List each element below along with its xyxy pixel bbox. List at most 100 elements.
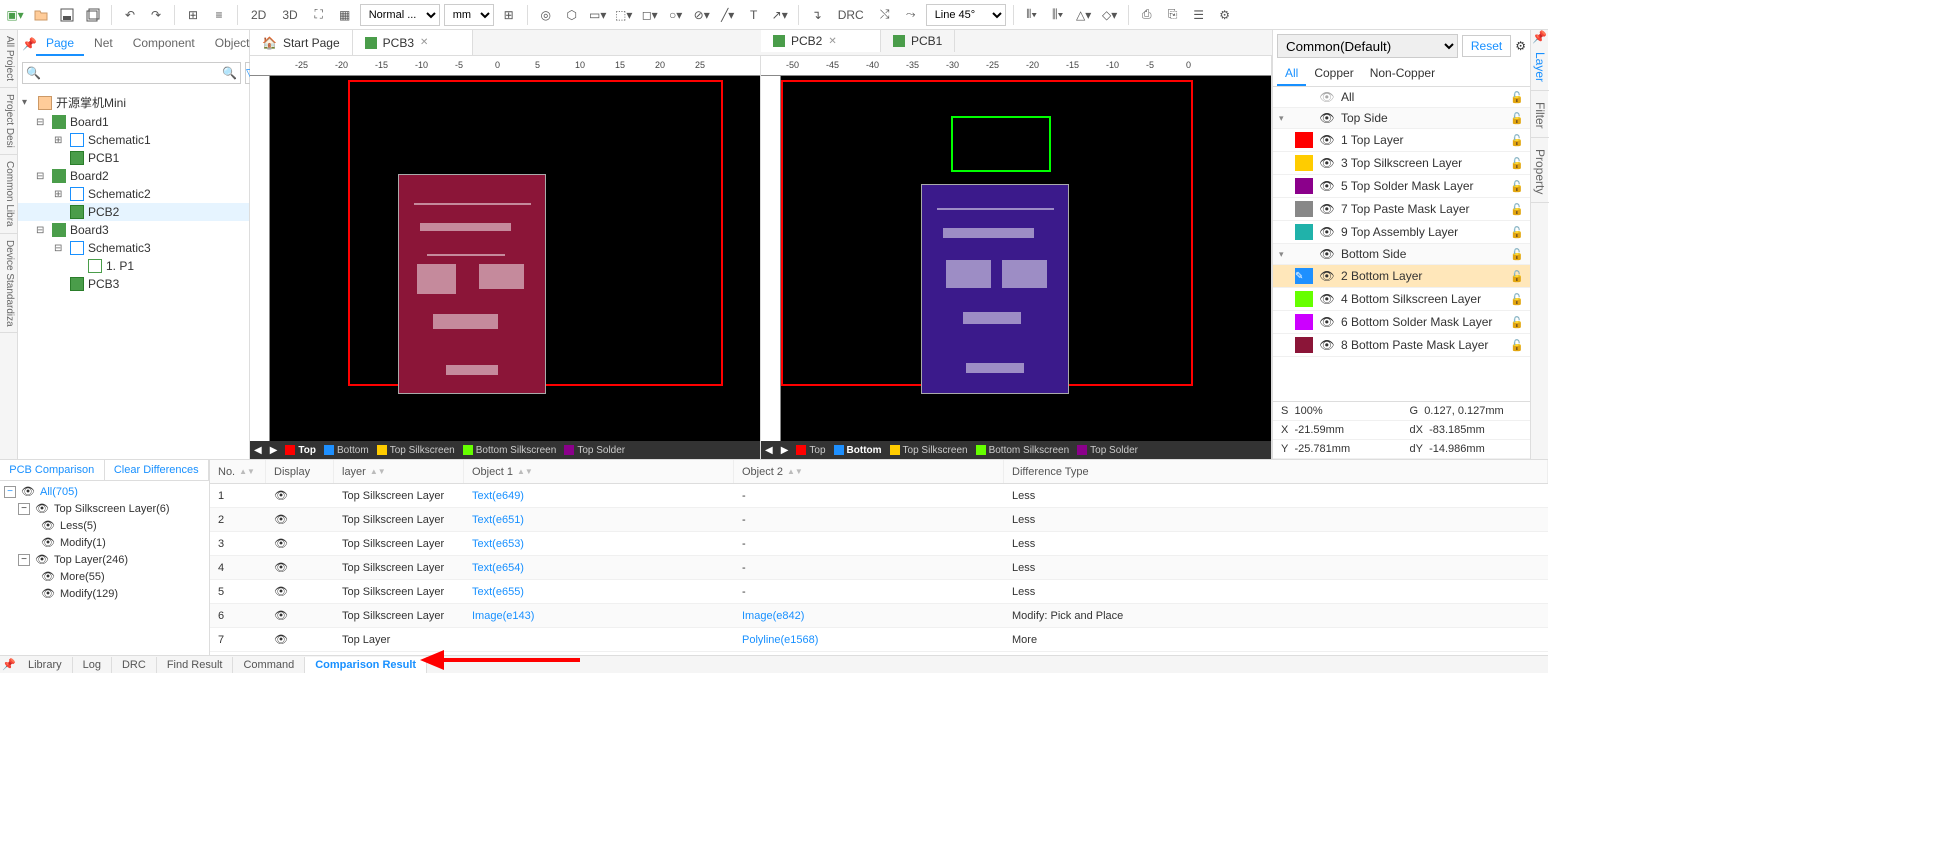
cmp-modify1[interactable]: 👁Modify(1) (0, 534, 209, 551)
rotate-icon[interactable]: ◇▾ (1099, 4, 1121, 26)
filter-noncopper[interactable]: Non-Copper (1362, 62, 1443, 86)
lock-icon[interactable]: 🔓 (1510, 112, 1524, 125)
pin-icon[interactable]: 📌 (22, 37, 36, 51)
lf-top-solder-r[interactable]: Top Solder (1077, 445, 1138, 456)
layer-bottom-side[interactable]: ▾ 👁 Bottom Side 🔓 (1273, 244, 1530, 265)
table-row[interactable]: 6👁Top Silkscreen LayerImage(e143)Image(e… (210, 604, 1548, 628)
region-icon[interactable]: ⬚▾ (613, 4, 635, 26)
zoom-fit-icon[interactable]: ⛶ (308, 4, 330, 26)
import-icon[interactable]: ⎘ (1162, 4, 1184, 26)
route-icon[interactable]: ↴ (806, 4, 828, 26)
export-icon[interactable]: ⎙ (1136, 4, 1158, 26)
canvas-left[interactable] (270, 76, 760, 441)
layer-swatch[interactable] (1295, 178, 1313, 194)
lock-icon[interactable]: 🔓 (1510, 180, 1524, 193)
layer-row[interactable]: 👁7 Top Paste Mask Layer🔓 (1273, 198, 1530, 221)
view-3d-button[interactable]: 3D (276, 5, 303, 25)
pin-icon[interactable]: 📌 (1531, 30, 1548, 44)
tree-pcb3[interactable]: PCB3 (18, 275, 249, 293)
bt-find[interactable]: Find Result (157, 657, 234, 673)
cell-obj1[interactable]: Text(e649) (464, 487, 734, 505)
grid-icon[interactable]: ⊞ (182, 4, 204, 26)
unit-select[interactable]: mm (444, 4, 494, 26)
bt-library[interactable]: Library (18, 657, 73, 673)
cell-display[interactable]: 👁 (266, 582, 334, 601)
search-go-icon[interactable]: 🔍 (222, 66, 237, 80)
cell-obj2[interactable]: Polyline(e1568) (734, 631, 1004, 649)
tree-sch2[interactable]: ⊞ Schematic2 (18, 185, 249, 203)
view-2d-button[interactable]: 2D (245, 5, 272, 25)
table-row[interactable]: 5👁Top Silkscreen LayerText(e655)-Less (210, 580, 1548, 604)
tree-sch1[interactable]: ⊞ Schematic1 (18, 131, 249, 149)
clear-diff-button[interactable]: Clear Differences (105, 460, 210, 480)
config-icon[interactable]: ⚙ (1515, 39, 1526, 53)
display-mode-select[interactable]: Normal ... (360, 4, 440, 26)
cmp-all[interactable]: −👁 All(705) (0, 483, 209, 500)
nav-next-icon[interactable]: ▶ (270, 445, 278, 456)
lock-icon[interactable]: 🔓 (1510, 226, 1524, 239)
save-all-icon[interactable] (82, 4, 104, 26)
lock-icon[interactable]: 🔓 (1510, 134, 1524, 147)
layer-swatch[interactable] (1295, 291, 1313, 307)
undo-icon[interactable]: ↶ (119, 4, 141, 26)
cell-display[interactable]: 👁 (266, 510, 334, 529)
redo-icon[interactable]: ↷ (145, 4, 167, 26)
lock-icon[interactable]: 🔓 (1510, 316, 1524, 329)
tab-component[interactable]: Component (123, 32, 205, 56)
layer-swatch[interactable] (1295, 337, 1313, 353)
tree-pcb2[interactable]: PCB2 (18, 203, 249, 221)
col-no[interactable]: No.▲▼ (210, 460, 266, 483)
col-diff[interactable]: Difference Type (1004, 460, 1548, 483)
col-obj1[interactable]: Object 1▲▼ (464, 460, 734, 483)
canvas-right[interactable] (781, 76, 1271, 441)
layer-row[interactable]: 👁5 Top Solder Mask Layer🔓 (1273, 175, 1530, 198)
cell-obj1[interactable]: Image(e143) (464, 607, 734, 625)
layer-swatch[interactable]: ✎ (1295, 268, 1313, 284)
eye-icon[interactable]: 👁 (1319, 247, 1335, 261)
tree-board1[interactable]: ⊟ Board1 (18, 113, 249, 131)
tree-root[interactable]: ▾ 开源掌机Mini (18, 92, 249, 113)
tree-board3[interactable]: ⊟ Board3 (18, 221, 249, 239)
circle-icon[interactable]: ○▾ (665, 4, 687, 26)
rail-property[interactable]: Property (1531, 141, 1549, 203)
eye-icon[interactable]: 👁 (1319, 315, 1335, 329)
drc-button[interactable]: DRC (832, 5, 870, 25)
cmp-more[interactable]: 👁More(55) (0, 568, 209, 585)
cell-obj1[interactable] (464, 637, 734, 643)
cell-display[interactable]: 👁 (266, 558, 334, 577)
grid-settings-icon[interactable]: ⊞ (498, 4, 520, 26)
cell-obj1[interactable]: Text(e655) (464, 583, 734, 601)
layer-row[interactable]: ✎👁2 Bottom Layer🔓 (1273, 265, 1530, 288)
tab-page[interactable]: Page (36, 32, 84, 56)
layer-row[interactable]: 👁4 Bottom Silkscreen Layer🔓 (1273, 288, 1530, 311)
close-icon[interactable]: ✕ (828, 36, 836, 47)
table-row[interactable]: 4👁Top Silkscreen LayerText(e654)-Less (210, 556, 1548, 580)
tree-board2[interactable]: ⊟ Board2 (18, 167, 249, 185)
lock-icon[interactable]: 🔓 (1510, 157, 1524, 170)
cmp-top-silk[interactable]: −👁 Top Silkscreen Layer(6) (0, 500, 209, 517)
lock-icon[interactable]: 🔓 (1510, 91, 1524, 104)
cell-display[interactable]: 👁 (266, 534, 334, 553)
cell-display[interactable]: 👁 (266, 606, 334, 625)
cell-display[interactable]: 👁 (266, 630, 334, 649)
layer-row[interactable]: 👁8 Bottom Paste Mask Layer🔓 (1273, 334, 1530, 357)
lf-top-solder[interactable]: Top Solder (564, 445, 625, 456)
save-icon[interactable] (56, 4, 78, 26)
layer-row[interactable]: 👁6 Bottom Solder Mask Layer🔓 (1273, 311, 1530, 334)
rail-filter[interactable]: Filter (1531, 94, 1549, 138)
eye-icon[interactable]: 👁 (1319, 269, 1335, 283)
tab-pcb1[interactable]: PCB1 (881, 30, 955, 52)
via-icon[interactable]: ⬡ (561, 4, 583, 26)
cmp-less[interactable]: 👁Less(5) (0, 517, 209, 534)
table-row[interactable]: 2👁Top Silkscreen LayerText(e651)-Less (210, 508, 1548, 532)
line-icon[interactable]: ╱▾ (717, 4, 739, 26)
distribute-icon[interactable]: ⫼▾ (1047, 4, 1069, 26)
col-layer[interactable]: layer▲▼ (334, 460, 464, 483)
layer-top-side[interactable]: ▾ 👁 Top Side 🔓 (1273, 108, 1530, 129)
pin-icon[interactable]: 📌 (0, 658, 18, 671)
lf-top-silk-r[interactable]: Top Silkscreen (890, 445, 968, 456)
tab-pcb3[interactable]: PCB3 ✕ (353, 30, 473, 55)
eye-icon[interactable]: 👁 (1319, 338, 1335, 352)
flip-icon[interactable]: △▾ (1073, 4, 1095, 26)
lf-top-silk[interactable]: Top Silkscreen (377, 445, 455, 456)
